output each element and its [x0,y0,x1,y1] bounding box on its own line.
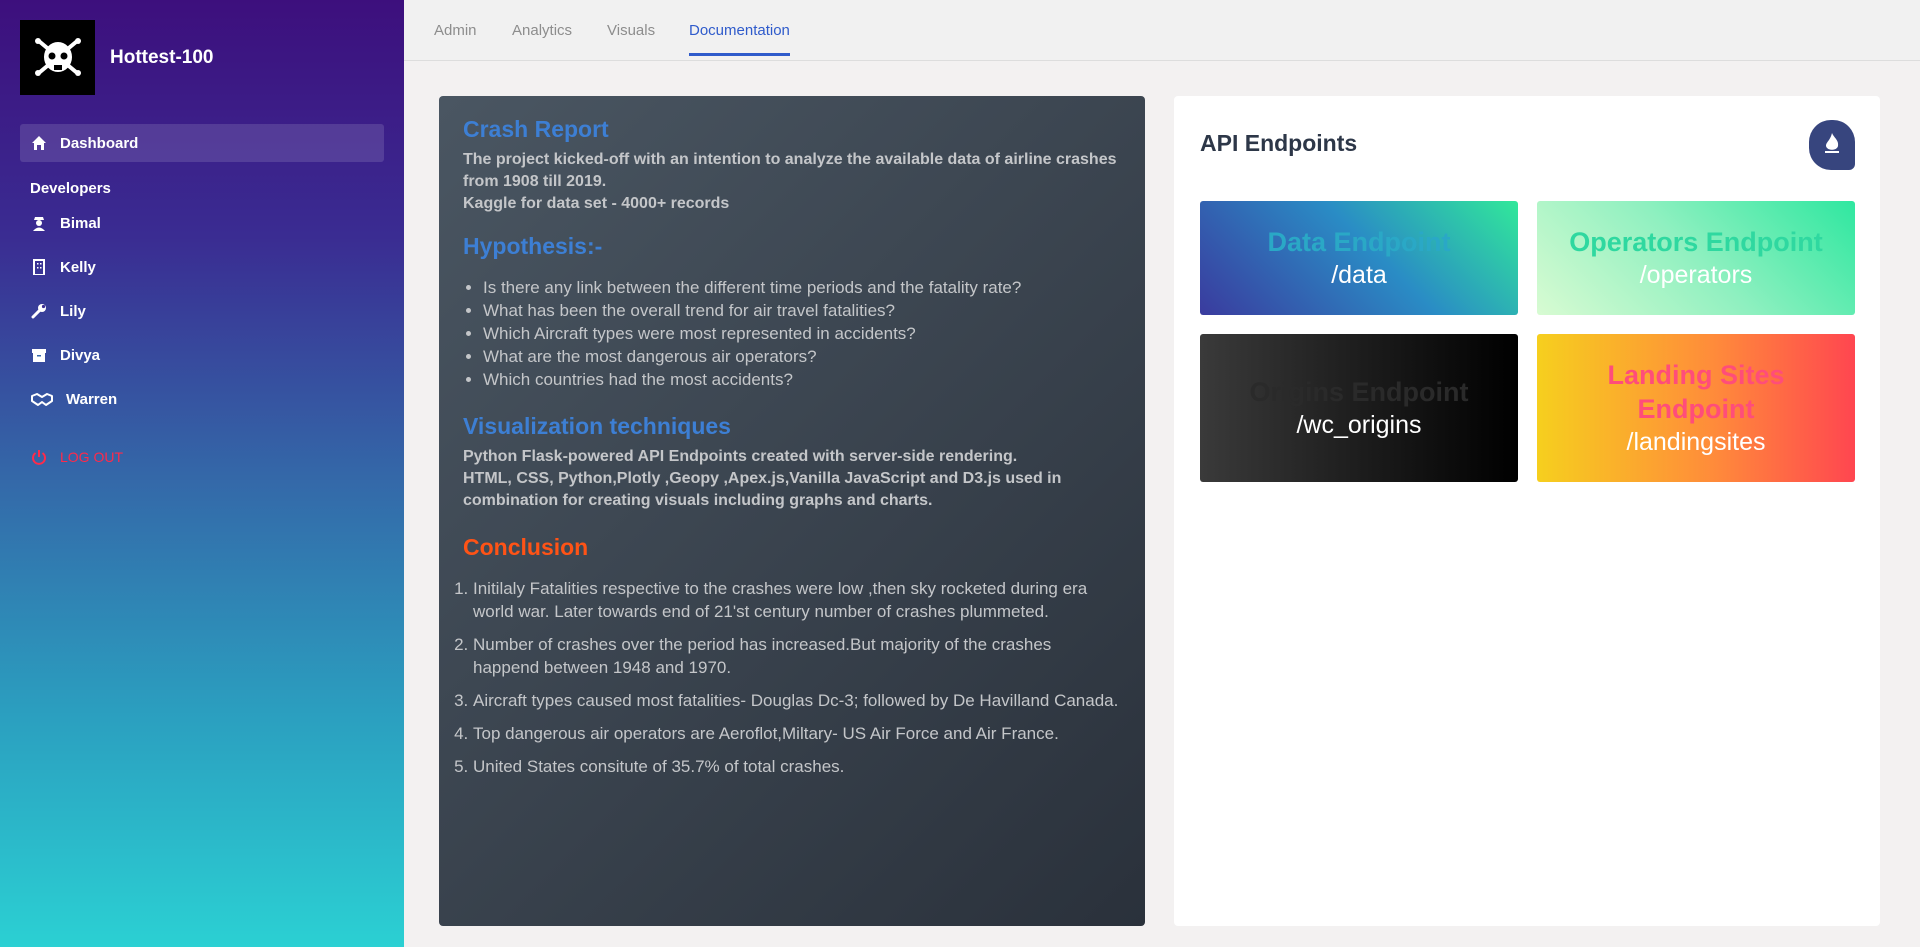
list-item: Aircraft types caused most fatalities- D… [473,689,1121,712]
tab-admin[interactable]: Admin [434,22,477,53]
building-icon [30,258,48,276]
landing-sites-endpoint-card[interactable]: Landing Sites Endpoint /landingsites [1537,334,1855,482]
endpoint-name: Data Endpoint [1267,227,1451,257]
sidebar-item-kelly[interactable]: Kelly [20,248,384,286]
app-title: Hottest-100 [110,46,214,68]
list-item: What are the most dangerous air operator… [483,345,1121,368]
sidebar-item-label: Divya [60,346,101,364]
sidebar-item-dashboard[interactable]: Dashboard [20,124,384,162]
endpoint-name: Operators Endpoint [1569,227,1823,257]
sidebar-item-bimal[interactable]: Bimal [20,204,384,242]
sidebar: Hottest-100 Dashboard Developers Bimal K… [0,0,404,947]
origins-endpoint-card[interactable]: Origins Endpoint /wc_origins [1200,334,1518,482]
endpoint-name: Landing Sites Endpoint [1607,360,1785,424]
developers-heading: Developers [30,180,111,197]
endpoint-path: /wc_origins [1296,411,1422,439]
power-icon [30,448,48,466]
visualization-text-1: Python Flask-powered API Endpoints creat… [463,448,1018,465]
visualization-title: Visualization techniques [463,413,731,439]
wrench-icon [30,302,48,320]
endpoint-path: /operators [1639,261,1753,289]
list-item: United States consitute of 35.7% of tota… [473,755,1121,778]
sidebar-item-label: Dashboard [60,134,139,152]
tab-analytics[interactable]: Analytics [512,22,572,53]
top-tab-bar: Admin Analytics Visuals Documentation [404,0,1920,61]
conclusion-list: Initilaly Fatalities respective to the c… [473,577,1121,778]
list-item: Number of crashes over the period has in… [473,633,1121,679]
list-item: What has been the overall trend for air … [483,299,1121,322]
api-endpoints-card: API Endpoints Data Endpoint /data Operat… [1174,96,1880,926]
endpoint-name: Origins Endpoint [1249,377,1469,407]
sidebar-item-lily[interactable]: Lily [20,292,384,330]
endpoint-path: /data [1331,261,1387,289]
list-item: Initilaly Fatalities respective to the c… [473,577,1121,623]
sidebar-item-divya[interactable]: Divya [20,336,384,374]
logout-label: LOG OUT [60,449,124,465]
sidebar-item-label: Kelly [60,258,96,276]
skull-logo-icon [20,20,95,95]
fire-button[interactable] [1809,120,1855,170]
sidebar-item-label: Bimal [60,214,101,232]
logout-button[interactable]: LOG OUT [20,438,384,476]
crash-report-title: Crash Report [463,116,609,142]
archive-icon [30,346,48,364]
fire-icon [1823,132,1841,159]
list-item: Which countries had the most accidents? [483,368,1121,391]
brand[interactable]: Hottest-100 [20,20,213,95]
sidebar-item-label: Warren [66,390,118,408]
list-item: Is there any link between the different … [483,276,1121,299]
list-item: Top dangerous air operators are Aeroflot… [473,722,1121,745]
list-item: Which Aircraft types were most represent… [483,322,1121,345]
conclusion-title: Conclusion [463,534,589,560]
user-secret-icon [30,214,48,232]
hypothesis-list: Is there any link between the different … [483,276,1121,391]
data-endpoint-card[interactable]: Data Endpoint /data [1200,201,1518,315]
operators-endpoint-card[interactable]: Operators Endpoint /operators [1537,201,1855,315]
intro-text: The project kicked-off with an intention… [463,151,1117,190]
hypothesis-title: Hypothesis:- [463,233,603,259]
tab-documentation[interactable]: Documentation [689,22,790,56]
visualization-text-2: HTML, CSS, Python,Plotly ,Geopy ,Apex.js… [463,470,1062,509]
endpoint-path: /landingsites [1626,428,1766,456]
sidebar-item-warren[interactable]: Warren [20,380,384,418]
dataset-text: Kaggle for data set - 4000+ records [463,195,730,212]
tab-visuals[interactable]: Visuals [607,22,655,53]
handshake-icon [30,390,54,408]
sidebar-item-label: Lily [60,302,86,320]
api-endpoints-title: API Endpoints [1200,130,1358,156]
crash-report-card: Crash Report The project kicked-off with… [439,96,1145,926]
home-icon [30,134,48,152]
